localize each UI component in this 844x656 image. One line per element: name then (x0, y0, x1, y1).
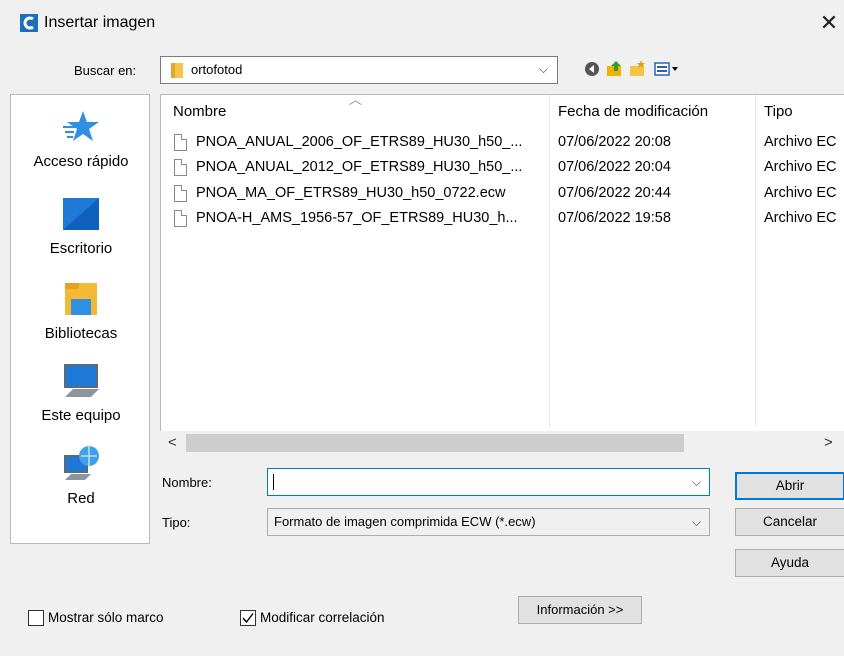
place-label: Acceso rápido (33, 153, 129, 170)
file-date: 07/06/2022 19:58 (558, 210, 671, 226)
file-row[interactable]: PNOA_ANUAL_2006_OF_ETRS89_HU30_h50_... 0… (161, 132, 844, 155)
file-icon (174, 134, 187, 151)
new-folder-icon[interactable] (629, 60, 647, 78)
file-name-input[interactable]: ⌵ (267, 468, 710, 496)
lookin-dropdown[interactable]: ortofotod ⌵ (160, 56, 558, 84)
file-type: Archivo EC (764, 210, 837, 226)
file-date: 07/06/2022 20:04 (558, 159, 671, 175)
libraries-icon (65, 283, 97, 315)
file-type: Archivo EC (764, 159, 837, 175)
file-name: PNOA_ANUAL_2012_OF_ETRS89_HU30_h50_... (196, 159, 523, 175)
place-quick-access[interactable]: Acceso rápido (11, 103, 151, 183)
network-icon (64, 446, 99, 480)
file-date: 07/06/2022 20:44 (558, 185, 671, 201)
view-menu-icon[interactable] (654, 60, 680, 78)
column-header-date[interactable]: Fecha de modificación (558, 103, 708, 120)
quick-access-star-icon (63, 111, 99, 141)
desktop-icon (63, 198, 99, 230)
back-icon[interactable] (583, 60, 601, 78)
this-pc-icon (64, 364, 99, 397)
modify-correlation-checkbox[interactable] (240, 610, 256, 626)
chevron-down-icon: ⌵ (692, 515, 702, 529)
scroll-left-icon[interactable]: < (168, 434, 177, 451)
file-type: Archivo EC (764, 134, 837, 150)
up-folder-icon[interactable] (606, 60, 624, 78)
cancel-button[interactable]: Cancelar (735, 508, 844, 536)
file-icon (174, 210, 187, 227)
place-desktop[interactable]: Escritorio (11, 190, 151, 270)
horizontal-scrollbar[interactable]: < > (160, 431, 844, 455)
help-button[interactable]: Ayuda (735, 549, 844, 577)
place-label: Bibliotecas (44, 325, 118, 342)
place-label: Este equipo (41, 407, 121, 424)
file-icon (174, 185, 187, 202)
file-row[interactable]: PNOA-H_AMS_1956-57_OF_ETRS89_HU30_h... 0… (161, 208, 844, 231)
file-name: PNOA_ANUAL_2006_OF_ETRS89_HU30_h50_... (196, 134, 523, 150)
name-label: Nombre: (162, 475, 212, 490)
scrollbar-thumb[interactable] (186, 434, 684, 452)
lookin-label: Buscar en: (74, 63, 137, 78)
chevron-down-icon[interactable]: ⌵ (692, 475, 701, 490)
lookin-value: ortofotod (191, 62, 243, 77)
information-button[interactable]: Información >> (518, 596, 642, 624)
frame-only-label: Mostrar sólo marco (48, 610, 164, 625)
place-libraries[interactable]: Bibliotecas (11, 275, 151, 355)
file-type-dropdown[interactable]: Formato de imagen comprimida ECW (*.ecw)… (267, 508, 710, 536)
close-icon[interactable]: ✕ (816, 10, 842, 36)
place-label: Red (67, 490, 95, 507)
text-caret (273, 474, 274, 490)
app-logo-icon (20, 14, 38, 32)
place-network[interactable]: Red (11, 440, 151, 520)
open-button[interactable]: Abrir (735, 472, 844, 500)
column-header-name[interactable]: Nombre (173, 103, 226, 120)
file-row[interactable]: PNOA_MA_OF_ETRS89_HU30_h50_0722.ecw 07/0… (161, 183, 844, 206)
scroll-right-icon[interactable]: > (824, 434, 833, 451)
place-label: Escritorio (49, 240, 113, 257)
file-list[interactable]: Nombre ︿ Fecha de modificación Tipo PNOA… (160, 92, 844, 455)
frame-only-checkbox[interactable] (28, 610, 44, 626)
file-name: PNOA-H_AMS_1956-57_OF_ETRS89_HU30_h... (196, 210, 518, 226)
checkmark-icon (242, 613, 254, 624)
file-date: 07/06/2022 20:08 (558, 134, 671, 150)
places-bar: Acceso rápido Escritorio Bibliotecas Est… (10, 94, 150, 544)
column-header-type[interactable]: Tipo (764, 103, 793, 120)
file-row[interactable]: PNOA_ANUAL_2012_OF_ETRS89_HU30_h50_... 0… (161, 157, 844, 180)
file-name: PNOA_MA_OF_ETRS89_HU30_h50_0722.ecw (196, 185, 506, 201)
chevron-down-icon: ⌵ (539, 62, 549, 76)
window-title: Insertar imagen (44, 14, 156, 31)
title-bar: Insertar imagen ✕ (0, 0, 844, 48)
file-type: Archivo EC (764, 185, 837, 201)
sort-ascending-icon: ︿ (349, 92, 363, 107)
modify-correlation-label: Modificar correlación (260, 610, 385, 625)
file-type-value: Formato de imagen comprimida ECW (*.ecw) (274, 514, 536, 529)
type-label: Tipo: (162, 515, 191, 530)
folder-icon (171, 63, 183, 78)
place-this-pc[interactable]: Este equipo (11, 357, 151, 437)
file-icon (174, 159, 187, 176)
